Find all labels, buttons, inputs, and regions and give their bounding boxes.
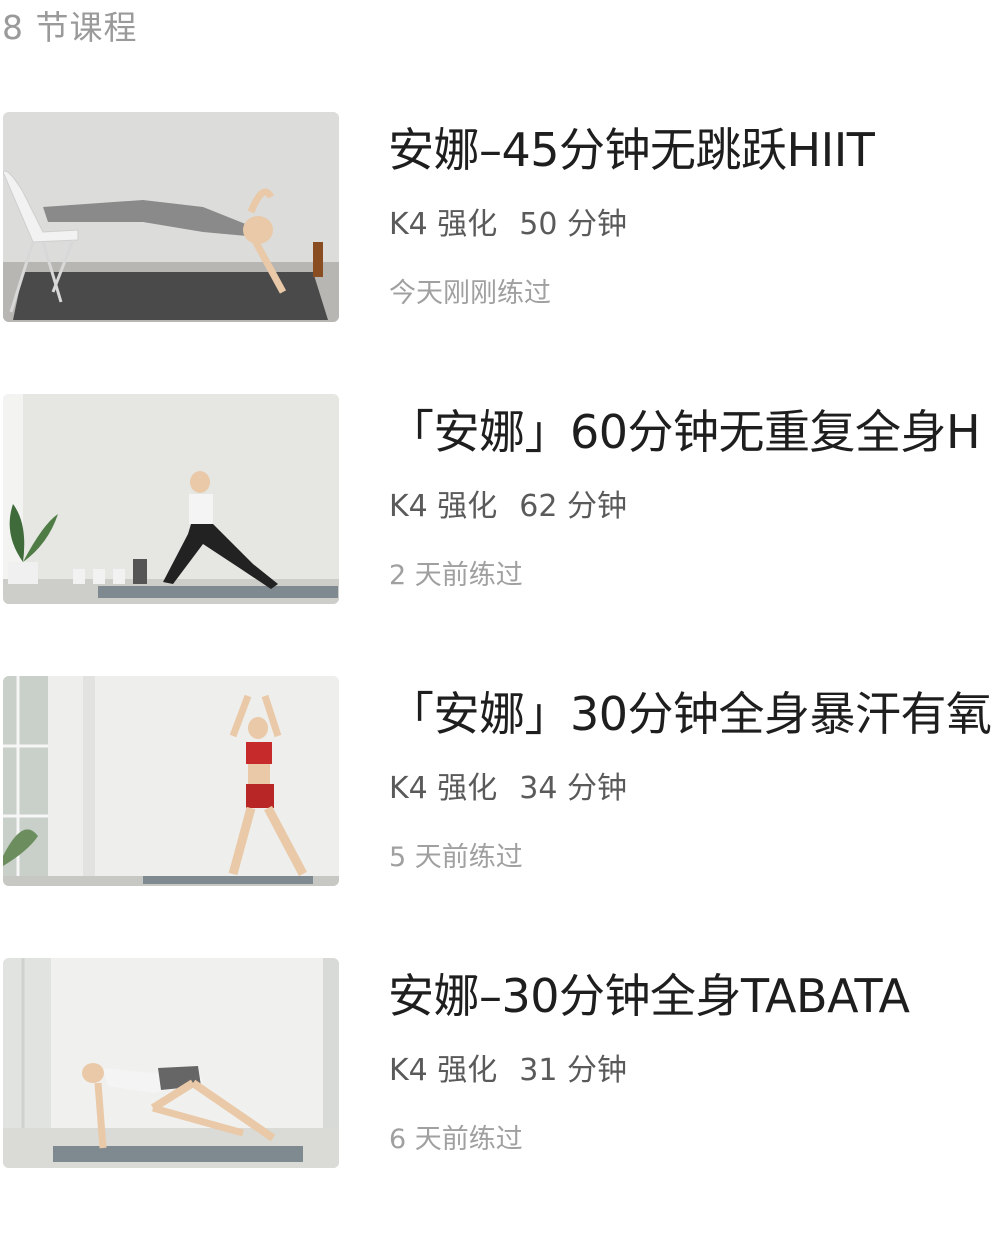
course-item[interactable]: 安娜–45分钟无跳跃HIIT K4 强化 50 分钟 今天刚刚练过 xyxy=(0,112,992,324)
course-level: K4 强化 xyxy=(389,1053,498,1088)
course-title[interactable]: 「安娜」30分钟全身暴汗有氧 xyxy=(388,686,992,742)
course-item[interactable]: 安娜–30分钟全身TABATA K4 强化 31 分钟 6 天前练过 xyxy=(0,958,992,1170)
course-thumbnail[interactable] xyxy=(3,394,339,604)
course-item[interactable]: 「安娜」60分钟无重复全身H K4 强化 62 分钟 2 天前练过 xyxy=(0,394,992,606)
course-meta: K4 强化 50 分钟 xyxy=(389,206,627,244)
last-practiced: 5 天前练过 xyxy=(389,842,523,873)
course-duration: 62 分钟 xyxy=(519,489,628,524)
side-plank-photo xyxy=(3,112,339,322)
lesson-count: 8 节课程 xyxy=(2,8,138,47)
course-level: K4 强化 xyxy=(389,207,498,242)
side-lunge-photo xyxy=(3,394,339,604)
last-practiced: 6 天前练过 xyxy=(389,1124,523,1155)
course-thumbnail[interactable] xyxy=(3,112,339,322)
course-duration: 34 分钟 xyxy=(519,771,628,806)
course-meta: K4 强化 34 分钟 xyxy=(389,770,627,808)
jumping-jack-photo xyxy=(3,676,339,886)
course-thumbnail[interactable] xyxy=(3,958,339,1168)
mountain-climber-photo xyxy=(3,958,339,1168)
course-title[interactable]: 安娜–30分钟全身TABATA xyxy=(388,968,992,1024)
course-duration: 50 分钟 xyxy=(519,207,628,242)
course-meta: K4 强化 31 分钟 xyxy=(389,1052,627,1090)
course-thumbnail[interactable] xyxy=(3,676,339,886)
last-practiced: 今天刚刚练过 xyxy=(389,278,551,309)
course-meta: K4 强化 62 分钟 xyxy=(389,488,627,526)
course-item[interactable]: 「安娜」30分钟全身暴汗有氧 K4 强化 34 分钟 5 天前练过 xyxy=(0,676,992,888)
course-level: K4 强化 xyxy=(389,771,498,806)
course-list-page: 8 节课程 安娜–45分钟无跳跃HIIT K4 强化 50 分钟 今天刚刚练过 … xyxy=(0,0,992,1240)
course-title[interactable]: 「安娜」60分钟无重复全身H xyxy=(388,404,992,460)
course-title[interactable]: 安娜–45分钟无跳跃HIIT xyxy=(388,122,992,178)
course-duration: 31 分钟 xyxy=(519,1053,628,1088)
course-level: K4 强化 xyxy=(389,489,498,524)
last-practiced: 2 天前练过 xyxy=(389,560,523,591)
